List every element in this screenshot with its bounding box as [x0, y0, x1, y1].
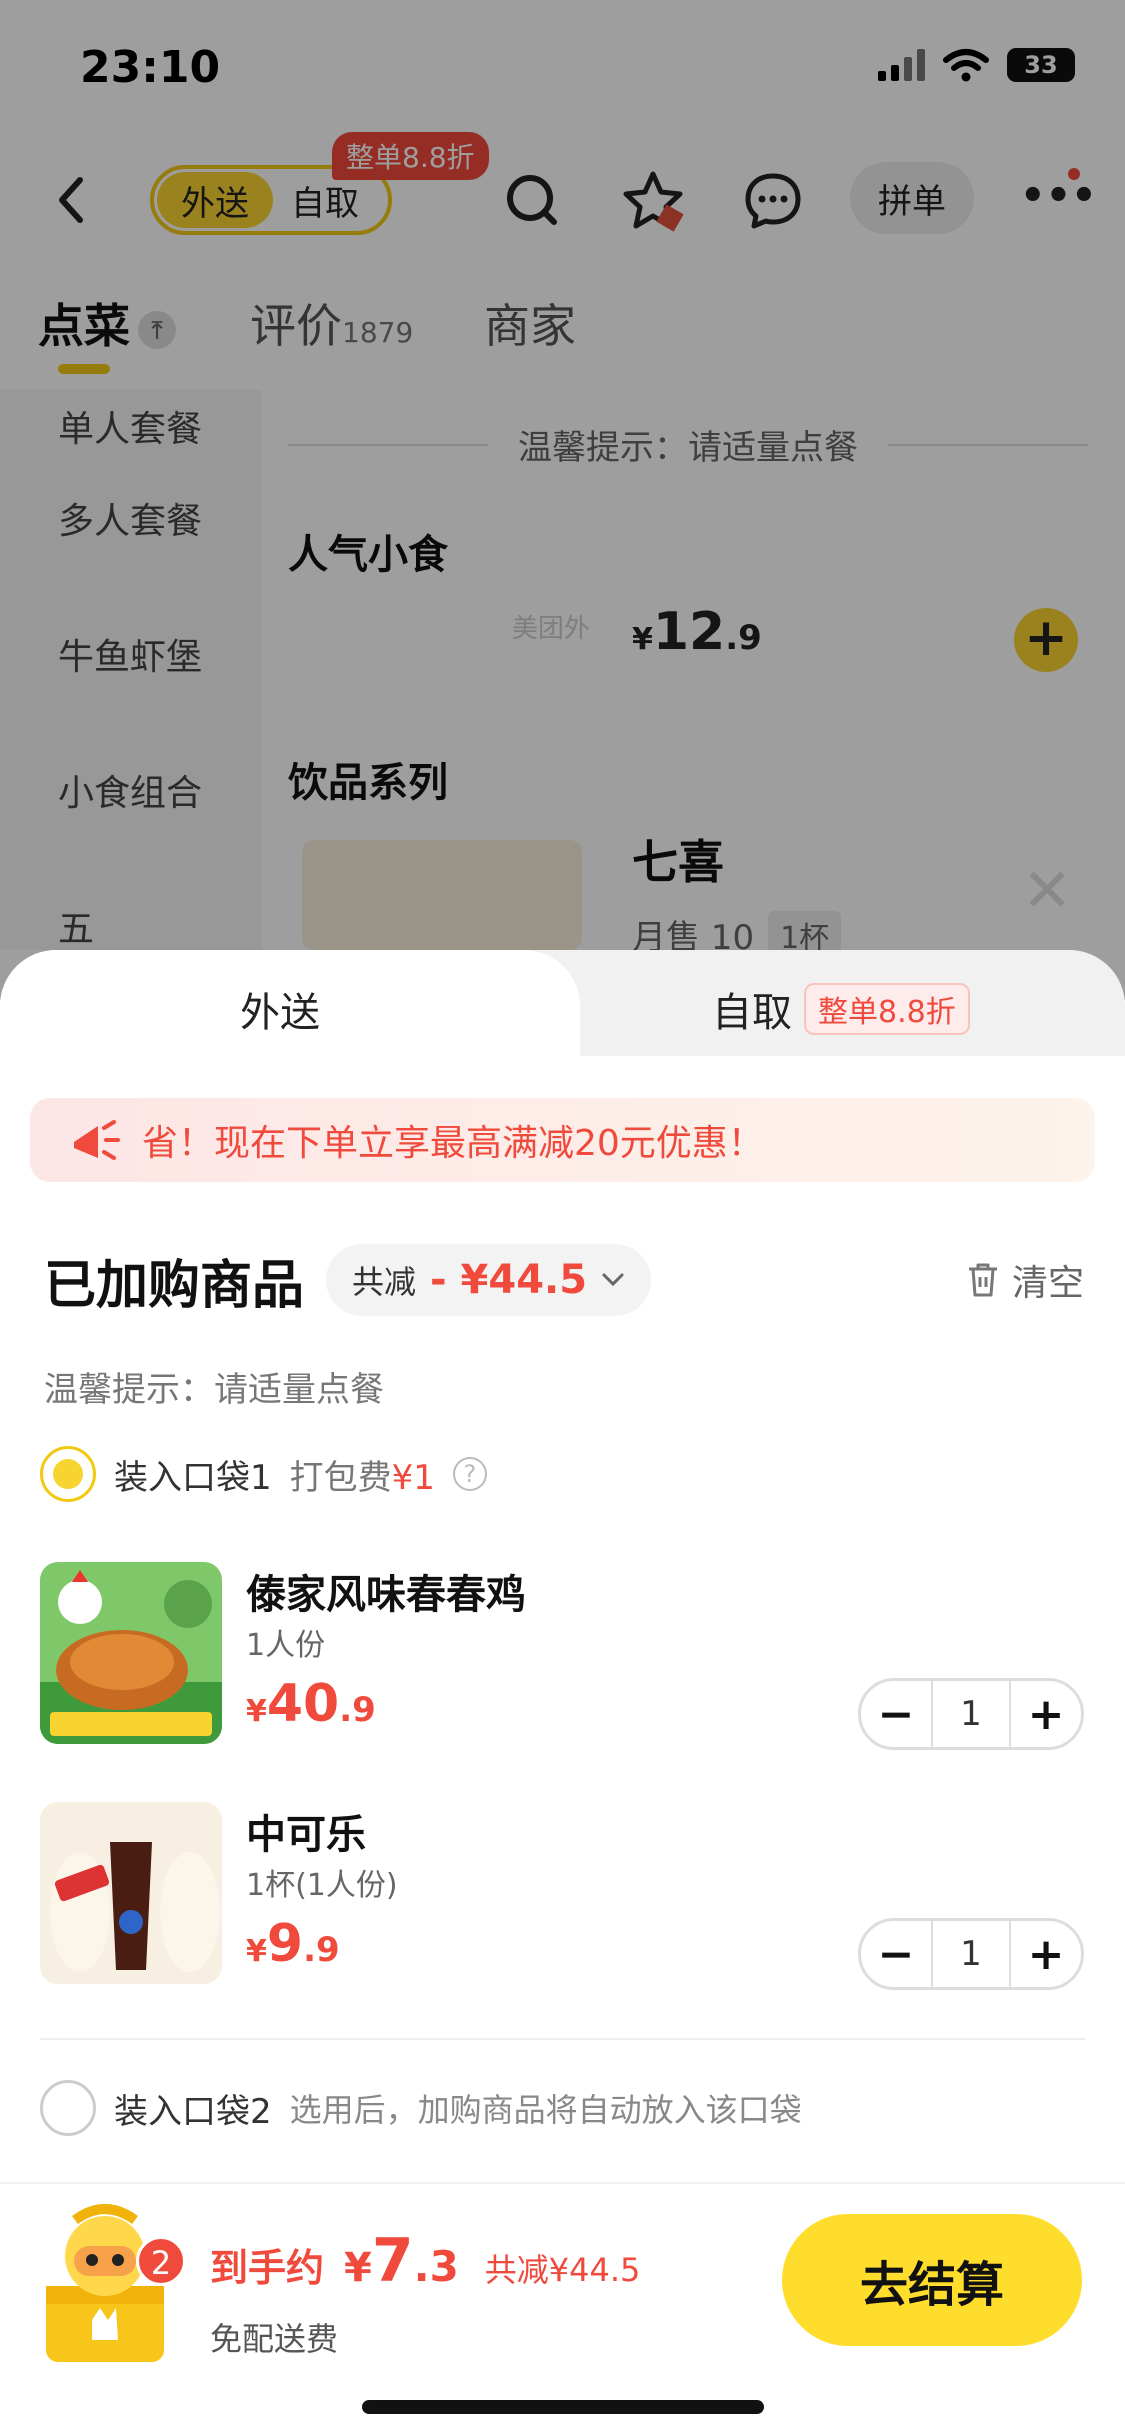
help-icon[interactable]: ?	[452, 1457, 487, 1491]
bag2-row[interactable]: 装入口袋2 选用后，加购商品将自动放入该口袋	[40, 2080, 802, 2136]
bag1-radio[interactable]	[40, 1446, 96, 1502]
promo-banner: 省！现在下单立享最高满减20元优惠！	[30, 1098, 1095, 1182]
home-indicator	[362, 2400, 764, 2414]
increment-button[interactable]: +	[1011, 1929, 1081, 1980]
cart-title: 已加购商品	[44, 1255, 305, 1316]
quantity-stepper: − 1 +	[858, 1678, 1084, 1750]
divider	[0, 2182, 1125, 2184]
chevron-down-icon	[602, 1273, 624, 1287]
bag2-label: 装入口袋2	[114, 2091, 272, 2132]
item-spec: 1人份	[246, 1628, 326, 1663]
dim-overlay[interactable]	[0, 0, 1125, 1000]
tab-pickup-label: 自取 整单8.8折	[712, 980, 970, 1038]
promo-text: 省！现在下单立享最高满减20元优惠！	[142, 1123, 764, 1164]
cart-header: 已加购商品 共减 - ¥44.5 清空	[44, 1240, 1084, 1320]
bag1-row[interactable]: 装入口袋1 打包费¥1 ?	[40, 1446, 487, 1502]
trash-icon	[968, 1263, 997, 1297]
clear-cart-button[interactable]: 清空	[966, 1254, 1084, 1306]
tab-delivery-label: 外送	[240, 990, 320, 1036]
quantity-stepper: − 1 +	[858, 1918, 1084, 1990]
clear-label: 清空	[1011, 1263, 1084, 1304]
pay-label: 到手约	[210, 2246, 325, 2290]
increment-button[interactable]: +	[1011, 1689, 1081, 1740]
item-spec: 1杯(1人份)	[246, 1868, 398, 1903]
pickup-discount-tag: 整单8.8折	[804, 983, 970, 1035]
estimated-pay: 到手约 ¥7.3 共减¥44.5	[210, 2226, 641, 2296]
cart-tip: 温馨提示：请适量点餐	[44, 1370, 384, 1410]
item-name: 中可乐	[246, 1812, 366, 1858]
divider	[40, 2038, 1085, 2040]
checkout-button[interactable]: 去结算	[782, 2214, 1082, 2346]
item-price: ¥40.9	[246, 1674, 376, 1734]
bag2-hint: 选用后，加购商品将自动放入该口袋	[289, 2091, 802, 2129]
decrement-button[interactable]: −	[861, 1929, 931, 1980]
quantity-value[interactable]: 1	[931, 1681, 1011, 1747]
item-image[interactable]	[40, 1562, 222, 1744]
cart-item: 傣家风味春春鸡 1人份 ¥40.9 − 1 +	[40, 1562, 1085, 1752]
quantity-value[interactable]: 1	[931, 1921, 1011, 1987]
cart-count-badge: 2	[136, 2236, 186, 2286]
bag1-label: 装入口袋1	[114, 1457, 272, 1498]
bag2-radio[interactable]	[40, 2080, 96, 2136]
cola-image	[40, 1802, 222, 1984]
discount-summary-button[interactable]: 共减 - ¥44.5	[326, 1244, 652, 1316]
item-name: 傣家风味春春鸡	[246, 1572, 526, 1618]
sheet-mode-tabs: 外送 自取 整单8.8折	[0, 950, 1125, 1056]
total-save: 共减¥44.5	[484, 2251, 641, 2289]
decrement-button[interactable]: −	[861, 1689, 931, 1740]
item-image[interactable]	[40, 1802, 222, 1984]
item-price: ¥9.9	[246, 1914, 340, 1974]
delivery-fee-text: 免配送费	[210, 2320, 339, 2358]
discount-label: 共减	[352, 1263, 417, 1301]
packaging-fee: 打包费¥1	[289, 1457, 435, 1498]
roast-chicken-image	[40, 1562, 222, 1744]
megaphone-icon	[74, 1120, 120, 1160]
cart-item: 中可乐 1杯(1人份) ¥9.9 − 1 +	[40, 1802, 1085, 1992]
discount-value: - ¥44.5	[430, 1257, 588, 1303]
